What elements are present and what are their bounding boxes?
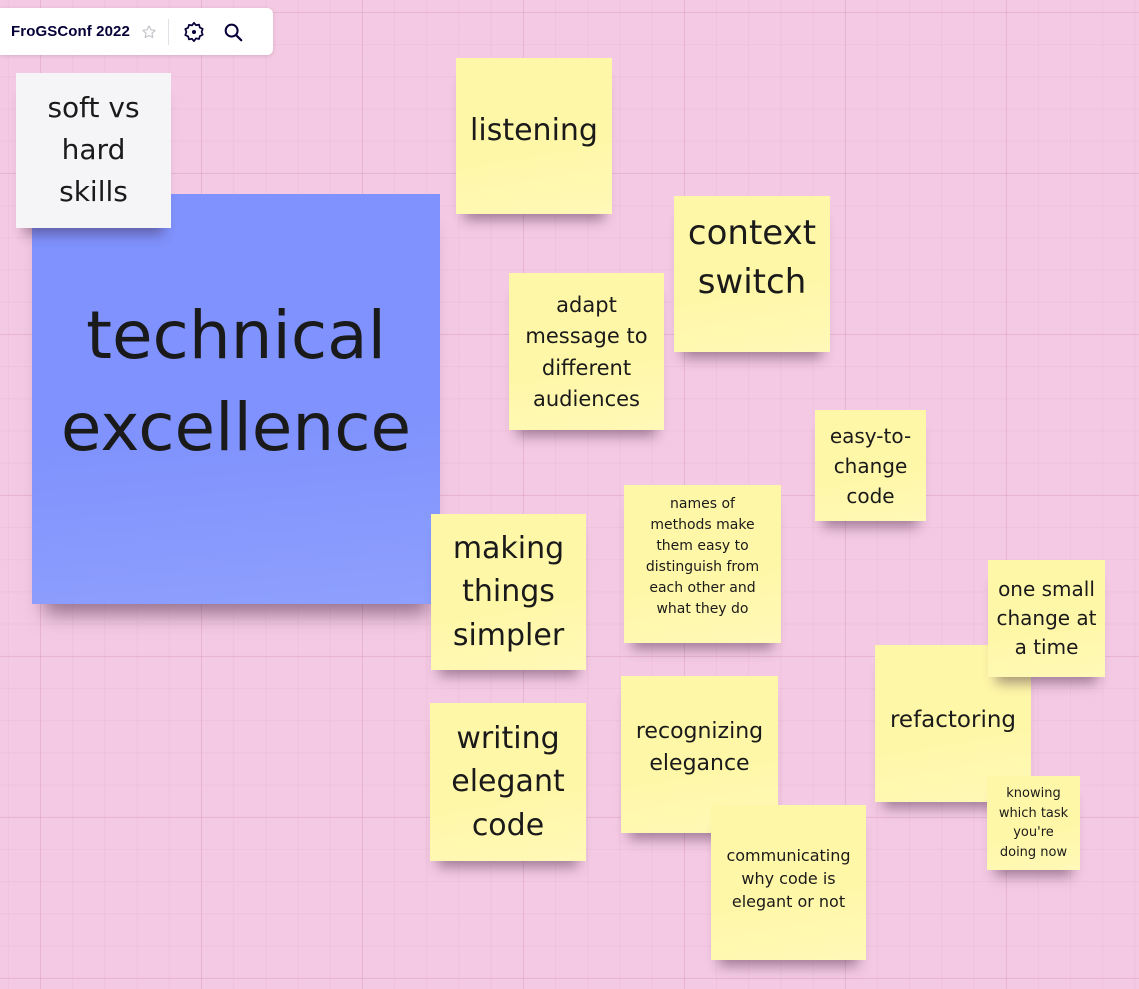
settings-gear-icon[interactable] xyxy=(182,20,206,44)
sticky-note-listening[interactable]: listening xyxy=(456,58,612,214)
note-text: recognizing elegance xyxy=(635,718,764,776)
note-text: writing elegant code xyxy=(451,720,565,843)
note-text: making things simpler xyxy=(452,530,565,653)
note-text: communicating why code is elegant or not xyxy=(726,845,851,912)
note-text: knowing which task you're doing now xyxy=(998,786,1069,860)
board-title[interactable]: FroGSConf 2022 xyxy=(11,23,130,40)
note-text: easy-to- change code xyxy=(829,423,912,508)
toolbar-divider xyxy=(167,18,169,45)
sticky-note-technical-excellence[interactable]: technical excellence xyxy=(32,194,440,604)
sticky-note-writing-elegant-code[interactable]: writing elegant code xyxy=(430,703,586,861)
sticky-note-communicating-why[interactable]: communicating why code is elegant or not xyxy=(711,805,866,960)
sticky-note-making-things-simpler[interactable]: making things simpler xyxy=(431,514,586,670)
sticky-note-knowing-which-task[interactable]: knowing which task you're doing now xyxy=(987,776,1080,870)
board-toolbar: FroGSConf 2022 xyxy=(0,8,273,55)
sticky-note-names-of-methods[interactable]: names of methods make them easy to disti… xyxy=(624,485,781,643)
sticky-note-adapt-message[interactable]: adapt message to different audiences xyxy=(509,273,664,430)
note-text: adapt message to different audiences xyxy=(525,292,648,412)
search-icon[interactable] xyxy=(221,20,245,44)
sticky-note-easy-to-change-code[interactable]: easy-to- change code xyxy=(815,410,926,521)
note-text: technical excellence xyxy=(60,296,412,466)
note-text: soft vs hard skills xyxy=(47,90,140,208)
sticky-note-one-small-change[interactable]: one small change at a time xyxy=(988,560,1105,677)
note-text: context switch xyxy=(687,212,817,302)
note-text: listening xyxy=(470,113,598,148)
star-icon[interactable] xyxy=(140,23,158,41)
note-text: refactoring xyxy=(889,706,1017,733)
sticky-note-soft-vs-hard-skills[interactable]: soft vs hard skills xyxy=(16,73,171,228)
note-text: names of methods make them easy to disti… xyxy=(645,496,760,617)
note-text: one small change at a time xyxy=(996,577,1097,659)
sticky-note-context-switch[interactable]: context switch xyxy=(674,196,830,352)
